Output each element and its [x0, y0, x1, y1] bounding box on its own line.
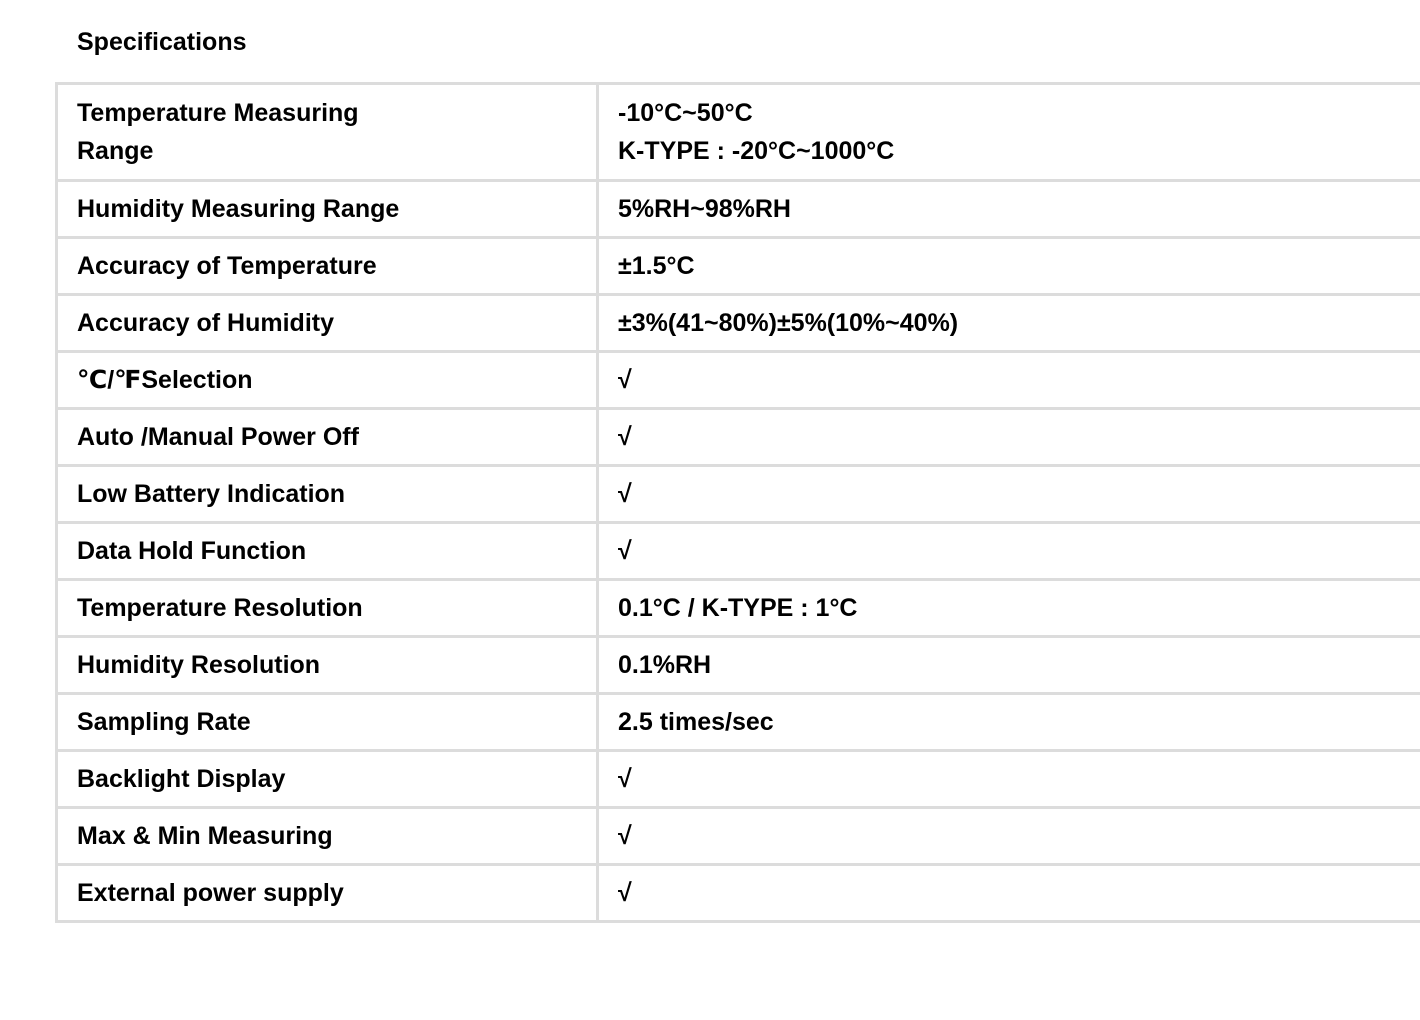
spec-value-line: K-TYPE : -20°C~1000°C — [618, 137, 895, 165]
spec-label: Data Hold Function — [55, 521, 599, 581]
spec-value: √ — [596, 407, 1420, 467]
table-row: Accuracy of Temperature ±1.5°C — [55, 236, 1420, 296]
table-row: Data Hold Function √ — [55, 521, 1420, 581]
spec-label: Humidity Resolution — [55, 635, 599, 695]
table-row: External power supply √ — [55, 863, 1420, 923]
spec-label: Accuracy of Temperature — [55, 236, 599, 296]
spec-label: Sampling Rate — [55, 692, 599, 752]
table-row: Accuracy of Humidity ±3%(41~80%)±5%(10%~… — [55, 293, 1420, 353]
table-row: ℃/℉Selection √ — [55, 350, 1420, 410]
spec-value: √ — [596, 806, 1420, 866]
spec-value: -10°C~50°C K-TYPE : -20°C~1000°C — [596, 82, 1420, 182]
spec-label: ℃/℉Selection — [55, 350, 599, 410]
spec-label: Backlight Display — [55, 749, 599, 809]
table-row: Temperature Resolution 0.1°C / K-TYPE : … — [55, 578, 1420, 638]
spec-value: √ — [596, 464, 1420, 524]
table-row: Backlight Display √ — [55, 749, 1420, 809]
spec-label-line: Range — [77, 137, 154, 165]
spec-value-line: -10°C~50°C — [618, 99, 753, 127]
spec-value: √ — [596, 863, 1420, 923]
spec-label: Humidity Measuring Range — [55, 179, 599, 239]
table-row: Low Battery Indication √ — [55, 464, 1420, 524]
spec-value: √ — [596, 749, 1420, 809]
spec-table: Temperature Measuring Range -10°C~50°C K… — [55, 82, 1420, 923]
spec-value: 0.1%RH — [596, 635, 1420, 695]
spec-value: √ — [596, 350, 1420, 410]
spec-value: 2.5 times/sec — [596, 692, 1420, 752]
spec-value: ±3%(41~80%)±5%(10%~40%) — [596, 293, 1420, 353]
spec-value: 0.1°C / K-TYPE : 1°C — [596, 578, 1420, 638]
spec-value: √ — [596, 521, 1420, 581]
spec-label: Auto /Manual Power Off — [55, 407, 599, 467]
spec-label: Low Battery Indication — [55, 464, 599, 524]
page-title: Specifications — [77, 28, 247, 56]
table-row: Sampling Rate 2.5 times/sec — [55, 692, 1420, 752]
spec-value: 5%RH~98%RH — [596, 179, 1420, 239]
table-row: Auto /Manual Power Off √ — [55, 407, 1420, 467]
spec-value: ±1.5°C — [596, 236, 1420, 296]
table-row: Humidity Resolution 0.1%RH — [55, 635, 1420, 695]
spec-label: Accuracy of Humidity — [55, 293, 599, 353]
spec-label: Max & Min Measuring — [55, 806, 599, 866]
spec-label: Temperature Measuring Range — [55, 82, 599, 182]
table-row: Temperature Measuring Range -10°C~50°C K… — [55, 82, 1420, 182]
table-row: Humidity Measuring Range 5%RH~98%RH — [55, 179, 1420, 239]
table-row: Max & Min Measuring √ — [55, 806, 1420, 866]
spec-label: Temperature Resolution — [55, 578, 599, 638]
spec-label: External power supply — [55, 863, 599, 923]
spec-label-line: Temperature Measuring — [77, 99, 359, 127]
